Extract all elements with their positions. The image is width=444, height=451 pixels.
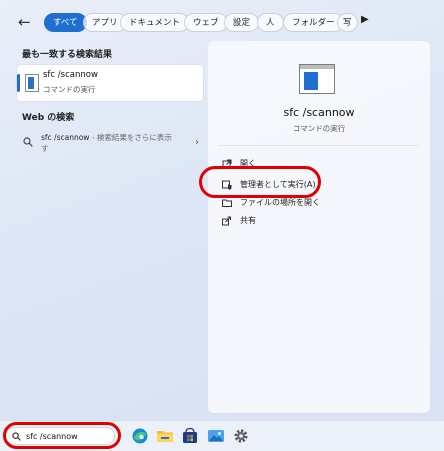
- web-result-suffix-line2: す: [41, 144, 49, 153]
- settings-gear-icon[interactable]: [232, 427, 250, 445]
- details-title: sfc /scannow: [283, 106, 355, 119]
- best-match-heading: 最も一致する検索結果: [22, 50, 113, 60]
- back-button[interactable]: ←: [18, 12, 40, 32]
- file-explorer-icon[interactable]: [156, 427, 174, 445]
- more-filters-button[interactable]: ▶: [361, 14, 373, 32]
- run-as-admin-action[interactable]: 管理者として実行(A): [222, 177, 412, 193]
- taskbar: [0, 420, 444, 451]
- filter-chip-web[interactable]: ウェブ: [184, 13, 228, 32]
- filter-chip-people[interactable]: 人: [257, 13, 284, 32]
- details-pane: sfc /scannow コマンドの実行 開く 管理者として実行(A) ファイル…: [208, 41, 430, 413]
- web-result-text: sfc /scannow - 検索結果をさらに表示 す: [41, 132, 181, 154]
- microsoft-store-icon[interactable]: [181, 427, 199, 445]
- command-app-icon: [25, 74, 39, 92]
- folder-icon: [222, 199, 232, 207]
- filter-chip-folders[interactable]: フォルダー: [283, 13, 344, 32]
- chevron-right-icon: ›: [195, 137, 199, 148]
- filter-bar: ← すべて アプリ ドキュメント ウェブ 設定 人 フォルダー 写 ▶: [0, 0, 444, 44]
- details-subtitle: コマンドの実行: [292, 124, 346, 133]
- filter-chip-documents[interactable]: ドキュメント: [120, 13, 190, 32]
- open-action[interactable]: 開く: [222, 156, 412, 172]
- selection-indicator: [17, 74, 20, 92]
- edge-icon[interactable]: [131, 427, 149, 445]
- web-result-query: sfc /scannow: [41, 133, 90, 142]
- search-icon: [12, 432, 21, 441]
- open-file-location-action[interactable]: ファイルの場所を開く: [222, 195, 412, 211]
- search-icon: [23, 137, 33, 147]
- best-match-item[interactable]: sfc /scannow コマンドの実行: [17, 65, 203, 101]
- share-icon: [222, 216, 231, 226]
- search-input[interactable]: [26, 429, 112, 443]
- best-match-subtitle: コマンドの実行: [43, 85, 96, 94]
- open-action-label: 開く: [240, 159, 256, 168]
- best-match-title: sfc /scannow: [43, 70, 98, 80]
- command-app-large-icon: [299, 64, 335, 94]
- web-search-heading: Web の検索: [22, 113, 75, 123]
- filter-chip-photos[interactable]: 写: [337, 13, 358, 32]
- web-search-result[interactable]: sfc /scannow - 検索結果をさらに表示 す ›: [21, 132, 205, 154]
- filter-chip-settings[interactable]: 設定: [224, 13, 260, 32]
- filter-chip-all[interactable]: すべて: [44, 13, 87, 32]
- search-window: ← すべて アプリ ドキュメント ウェブ 設定 人 フォルダー 写 ▶ 最も一致…: [0, 0, 444, 420]
- share-action[interactable]: 共有: [222, 213, 412, 229]
- divider: [218, 145, 418, 146]
- web-result-suffix: - 検索結果をさらに表示: [89, 133, 172, 142]
- run-as-admin-label: 管理者として実行(A): [240, 180, 316, 189]
- open-external-icon: [222, 159, 232, 169]
- taskbar-search-box[interactable]: [5, 427, 115, 445]
- share-label: 共有: [240, 216, 256, 225]
- admin-shield-icon: [222, 180, 232, 190]
- open-file-location-label: ファイルの場所を開く: [240, 198, 320, 207]
- photos-icon[interactable]: [207, 427, 225, 445]
